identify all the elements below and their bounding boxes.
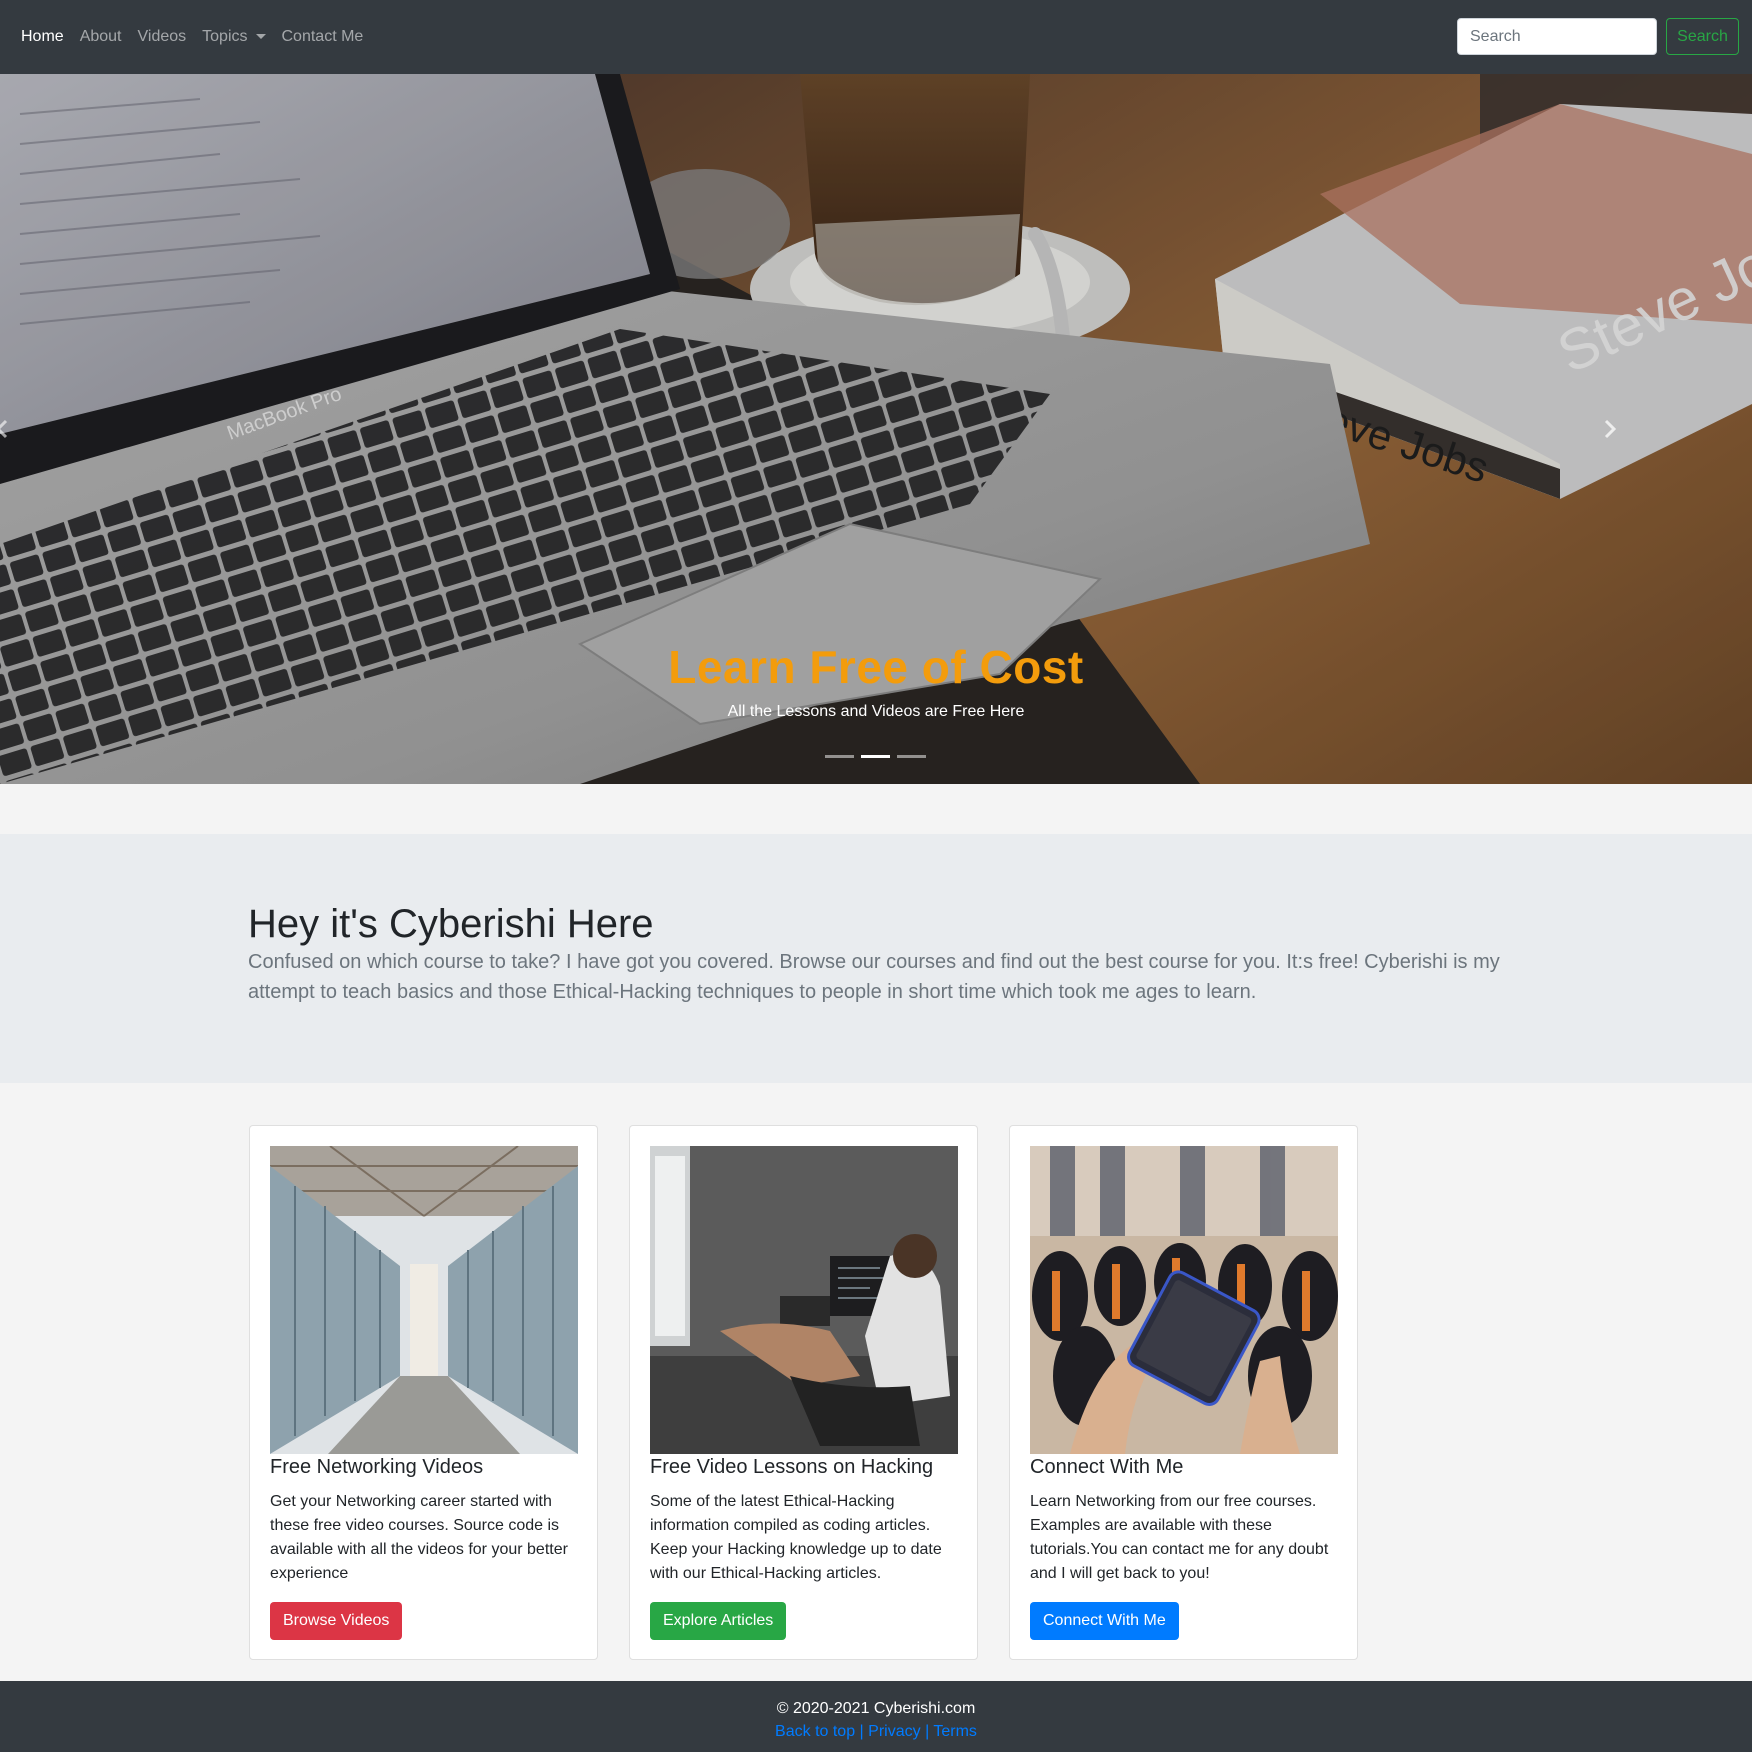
nav-about-link[interactable]: About bbox=[80, 28, 122, 46]
connect-with-me-button[interactable]: Connect With Me bbox=[1030, 1602, 1179, 1640]
copyright-text: © 2020-2021 Cyberishi.com bbox=[776, 1700, 976, 1717]
coder-at-desk-image bbox=[650, 1146, 958, 1454]
intro-heading: Hey it's Cyberishi Here bbox=[248, 902, 654, 946]
carousel-indicators bbox=[0, 755, 1752, 758]
terms-link[interactable]: Terms bbox=[933, 1723, 977, 1740]
search-input[interactable] bbox=[1457, 18, 1657, 55]
carousel-indicator-2[interactable] bbox=[861, 755, 890, 758]
nav-contact-link[interactable]: Contact Me bbox=[282, 28, 364, 46]
top-navbar: Home About Videos Topics Contact Me Sear… bbox=[0, 0, 1752, 74]
nav-topics-dropdown[interactable]: Topics bbox=[202, 28, 266, 46]
page-footer: © 2020-2021 Cyberishi.com Back to top | … bbox=[0, 1681, 1752, 1752]
phone-graduation-image bbox=[1030, 1146, 1338, 1454]
chevron-left-icon bbox=[0, 419, 8, 439]
carousel-next-control[interactable] bbox=[1600, 415, 1620, 443]
nav-links: Home About Videos Topics Contact Me bbox=[21, 28, 379, 46]
carousel-subtitle: All the Lessons and Videos are Free Here bbox=[727, 703, 1025, 720]
hero-carousel: Steve Jobs Steve Jobs MacBook Pro Learn … bbox=[0, 74, 1752, 784]
card-hacking-text: Some of the latest Ethical-Hacking infor… bbox=[650, 1493, 942, 1582]
server-room-image bbox=[270, 1146, 578, 1454]
nav-topics-label: Topics bbox=[202, 28, 248, 45]
footer-links: Back to top | Privacy | Terms bbox=[0, 1723, 1752, 1741]
card-connect-text: Learn Networking from our free courses. … bbox=[1030, 1493, 1329, 1582]
intro-lead: Confused on which course to take? I have… bbox=[248, 951, 1500, 1003]
chevron-right-icon bbox=[1604, 419, 1617, 439]
browse-videos-button[interactable]: Browse Videos bbox=[270, 1602, 403, 1640]
privacy-link[interactable]: Privacy bbox=[868, 1723, 920, 1740]
footer-separator: | bbox=[859, 1723, 864, 1740]
footer-separator: | bbox=[925, 1723, 930, 1740]
card-hacking: Free Video Lessons on Hacking Some of th… bbox=[629, 1125, 978, 1660]
explore-articles-button[interactable]: Explore Articles bbox=[650, 1602, 787, 1640]
card-hacking-title: Free Video Lessons on Hacking bbox=[650, 1456, 934, 1478]
nav-home-link[interactable]: Home bbox=[21, 28, 64, 46]
nav-videos-link[interactable]: Videos bbox=[138, 28, 187, 46]
search-form: Search bbox=[1457, 18, 1739, 55]
caret-down-icon bbox=[255, 34, 266, 40]
back-to-top-link[interactable]: Back to top bbox=[775, 1723, 855, 1740]
search-button[interactable]: Search bbox=[1666, 18, 1739, 55]
card-networking: Free Networking Videos Get your Networki… bbox=[249, 1125, 598, 1660]
card-networking-title: Free Networking Videos bbox=[270, 1456, 484, 1478]
intro-jumbotron: Hey it's Cyberishi Here Confused on whic… bbox=[0, 834, 1752, 1083]
carousel-indicator-1[interactable] bbox=[825, 755, 854, 758]
carousel-title: Learn Free of Cost bbox=[668, 641, 1084, 693]
card-networking-text: Get your Networking career started with … bbox=[270, 1493, 568, 1582]
carousel-prev-control[interactable] bbox=[0, 415, 12, 443]
card-connect: Connect With Me Learn Networking from ou… bbox=[1009, 1125, 1358, 1660]
card-connect-title: Connect With Me bbox=[1030, 1456, 1184, 1478]
carousel-caption: Learn Free of Cost All the Lessons and V… bbox=[0, 640, 1752, 721]
carousel-indicator-3[interactable] bbox=[897, 755, 926, 758]
